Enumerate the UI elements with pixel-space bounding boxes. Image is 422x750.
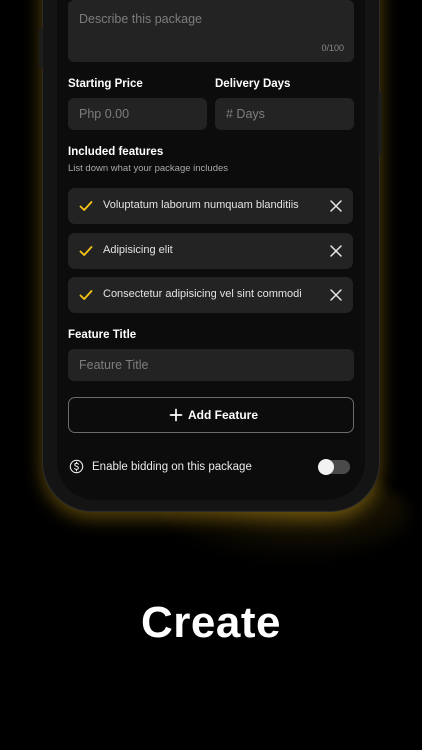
feature-item-text: Voluptatum laborum numquam blanditiis [103,199,299,211]
add-feature-label: Add Feature [188,408,259,422]
close-icon[interactable] [329,288,343,302]
description-placeholder: Describe this package [79,12,202,26]
toggle-knob [318,459,334,475]
phone-volume-button [39,28,43,68]
phone-screen: Describe this package 0/100 Starting Pri… [57,0,365,500]
plus-icon [169,408,183,422]
headline-text: Create [141,598,281,647]
feature-title-label: Feature Title [68,329,137,341]
feature-item: Consectetur adipisicing vel sint commodi [68,277,353,313]
feature-item: Voluptatum laborum numquam blanditiis [68,188,353,224]
description-textarea[interactable]: Describe this package 0/100 [68,0,354,62]
enable-bidding-toggle[interactable] [318,459,350,475]
delivery-days-placeholder: # Days [226,107,265,121]
feature-title-placeholder: Feature Title [79,358,149,372]
close-icon[interactable] [329,199,343,213]
check-icon [79,246,93,256]
starting-price-label: Starting Price [68,78,143,90]
description-char-counter: 0/100 [321,43,344,53]
included-features-title: Included features [68,146,164,158]
feature-title-input[interactable]: Feature Title [68,349,354,381]
add-feature-button[interactable]: Add Feature [68,397,354,433]
feature-item-text: Consectetur adipisicing vel sint commodi [103,288,302,300]
dollar-circle-icon [69,459,84,474]
starting-price-input[interactable]: Php 0.00 [68,98,207,130]
close-icon[interactable] [329,244,343,258]
feature-item-text: Adipisicing elit [103,244,173,256]
delivery-days-input[interactable]: # Days [215,98,354,130]
phone-power-button [378,92,382,154]
check-icon [79,201,93,211]
enable-bidding-label: Enable bidding on this package [92,461,252,473]
included-features-subtitle: List down what your package includes [68,163,229,174]
starting-price-placeholder: Php 0.00 [79,107,130,121]
feature-item: Adipisicing elit [68,233,353,269]
delivery-days-label: Delivery Days [215,78,291,90]
app-screenshot: Describe this package 0/100 Starting Pri… [0,0,422,750]
check-icon [79,290,93,300]
